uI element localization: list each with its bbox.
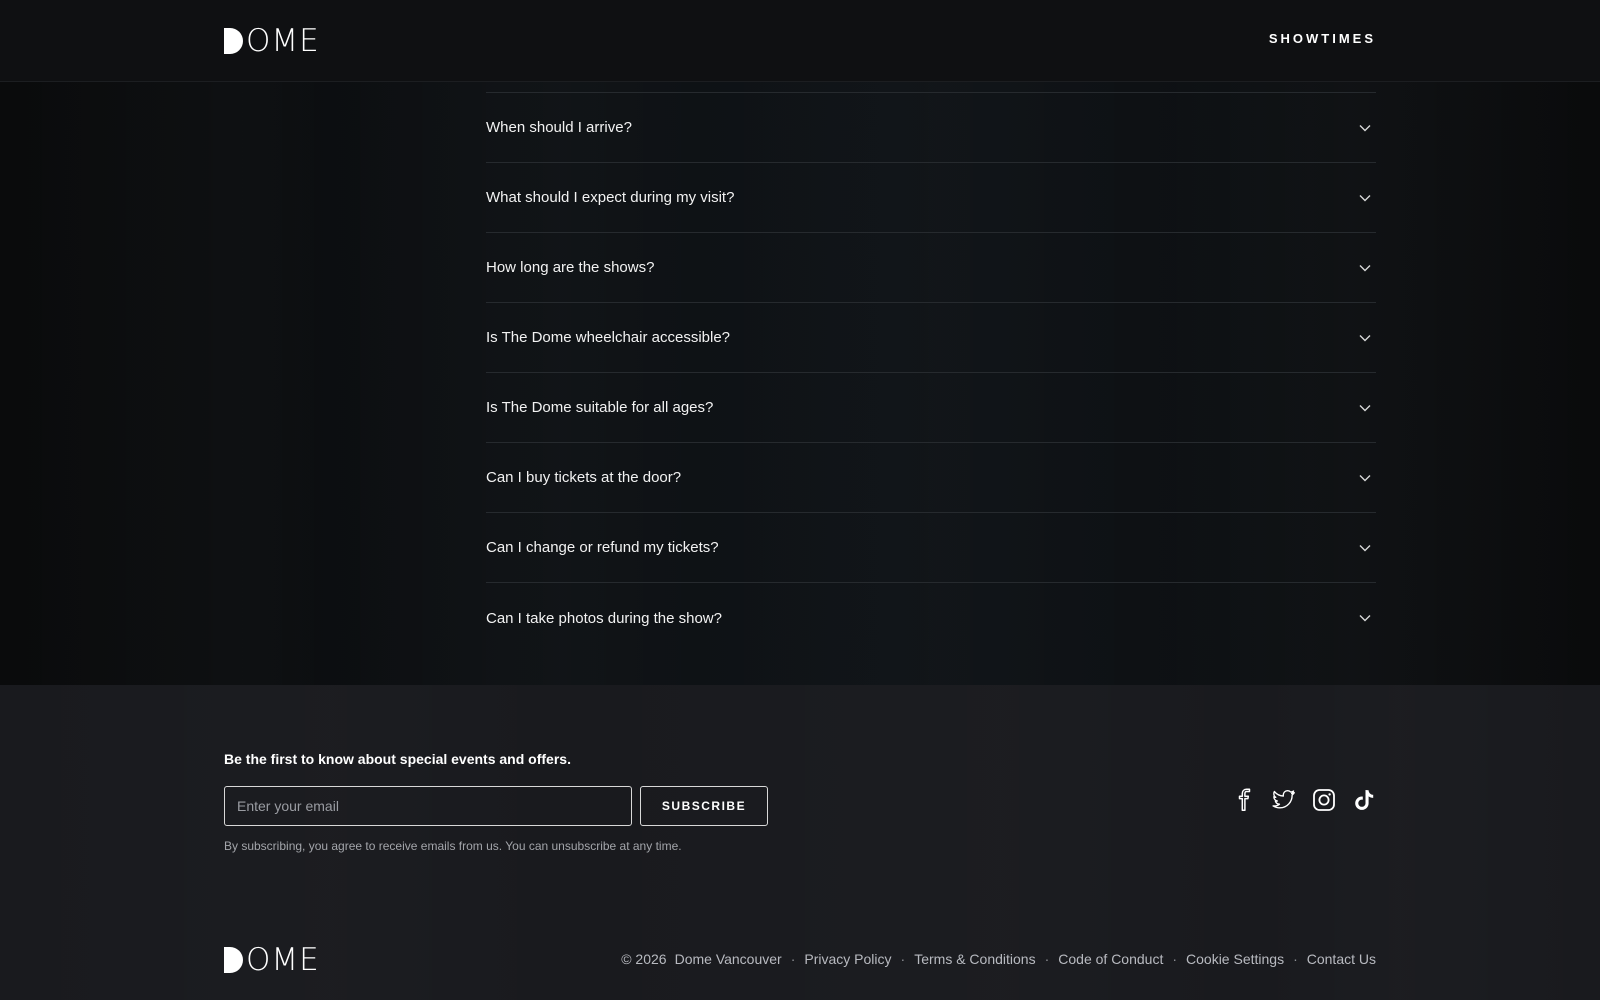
site-footer: Be the first to know about special event… — [0, 685, 1600, 1000]
faq-item[interactable]: Is The Dome suitable for all ages? — [486, 373, 1376, 443]
faq-item[interactable]: How long are the shows? — [486, 233, 1376, 303]
faq-question: Can I take photos during the show? — [486, 609, 722, 627]
nav-showtimes-link[interactable]: SHOWTIMES — [1269, 31, 1376, 46]
chevron-down-icon — [1358, 261, 1372, 275]
separator: · — [790, 951, 796, 967]
faq-question: Can I change or refund my tickets? — [486, 539, 719, 556]
code-of-conduct-link[interactable]: Code of Conduct — [1058, 951, 1163, 967]
faq-question: Is The Dome wheelchair accessible? — [486, 329, 731, 346]
separator: · — [1172, 951, 1178, 967]
faq-question: How long are the shows? — [486, 259, 655, 276]
brand-name: Dome Vancouver — [674, 951, 782, 967]
faq-item[interactable]: What should I expect during my visit? — [486, 163, 1376, 233]
faq-item[interactable]: When should I arrive? — [486, 93, 1376, 163]
subscribe-button[interactable]: SUBSCRIBE — [640, 786, 768, 826]
faq-question: Can I buy tickets at the door? — [486, 469, 682, 486]
header-logo[interactable]: OME — [224, 23, 320, 59]
faq-question: When should I arrive? — [486, 119, 632, 136]
logo-letters: OME — [246, 942, 320, 978]
contact-us-link[interactable]: Contact Us — [1307, 951, 1376, 967]
faq-item[interactable]: Is The Dome wheelchair accessible? — [486, 303, 1376, 373]
terms-link[interactable]: Terms & Conditions — [914, 951, 1035, 967]
logo-d-mark — [224, 947, 243, 973]
chevron-down-icon — [1358, 541, 1372, 555]
tiktok-icon[interactable] — [1352, 788, 1376, 812]
chevron-down-icon — [1358, 401, 1372, 415]
privacy-policy-link[interactable]: Privacy Policy — [804, 951, 891, 967]
chevron-down-icon — [1358, 331, 1372, 345]
twitter-icon[interactable] — [1272, 788, 1296, 812]
logo-d-mark — [224, 28, 243, 54]
chevron-down-icon — [1358, 191, 1372, 205]
faq-question: What should I expect during my visit? — [486, 189, 735, 206]
faq-item[interactable]: Can I buy tickets at the door? — [486, 443, 1376, 513]
separator: · — [1044, 951, 1050, 967]
newsletter-heading: Be the first to know about special event… — [224, 751, 571, 767]
instagram-icon[interactable] — [1312, 788, 1336, 812]
chevron-down-icon — [1358, 471, 1372, 485]
social-links — [1232, 788, 1376, 812]
footer-logo[interactable]: OME — [224, 942, 320, 978]
site-header: OME SHOWTIMES — [0, 0, 1600, 82]
newsletter-disclaimer: By subscribing, you agree to receive ema… — [224, 839, 682, 853]
faq-item[interactable]: Can I change or refund my tickets? — [486, 513, 1376, 583]
separator: · — [900, 951, 906, 967]
logo-letters: OME — [246, 23, 320, 59]
chevron-down-icon — [1358, 611, 1372, 625]
separator: · — [1293, 951, 1298, 967]
faq-list: When should I arrive? What should I expe… — [486, 92, 1376, 653]
cookie-settings-link[interactable]: Cookie Settings — [1186, 951, 1284, 967]
copyright-text: © 2026 — [621, 951, 667, 967]
legal-links: © 2026 Dome Vancouver · Privacy Policy ·… — [621, 951, 1376, 967]
faq-question: Is The Dome suitable for all ages? — [486, 399, 714, 416]
faq-item[interactable]: Can I take photos during the show? — [486, 583, 1376, 653]
email-input[interactable] — [224, 786, 632, 826]
facebook-icon[interactable] — [1232, 788, 1256, 812]
page: OME SHOWTIMES When should I arrive? What… — [0, 0, 1600, 1000]
chevron-down-icon — [1358, 121, 1372, 135]
